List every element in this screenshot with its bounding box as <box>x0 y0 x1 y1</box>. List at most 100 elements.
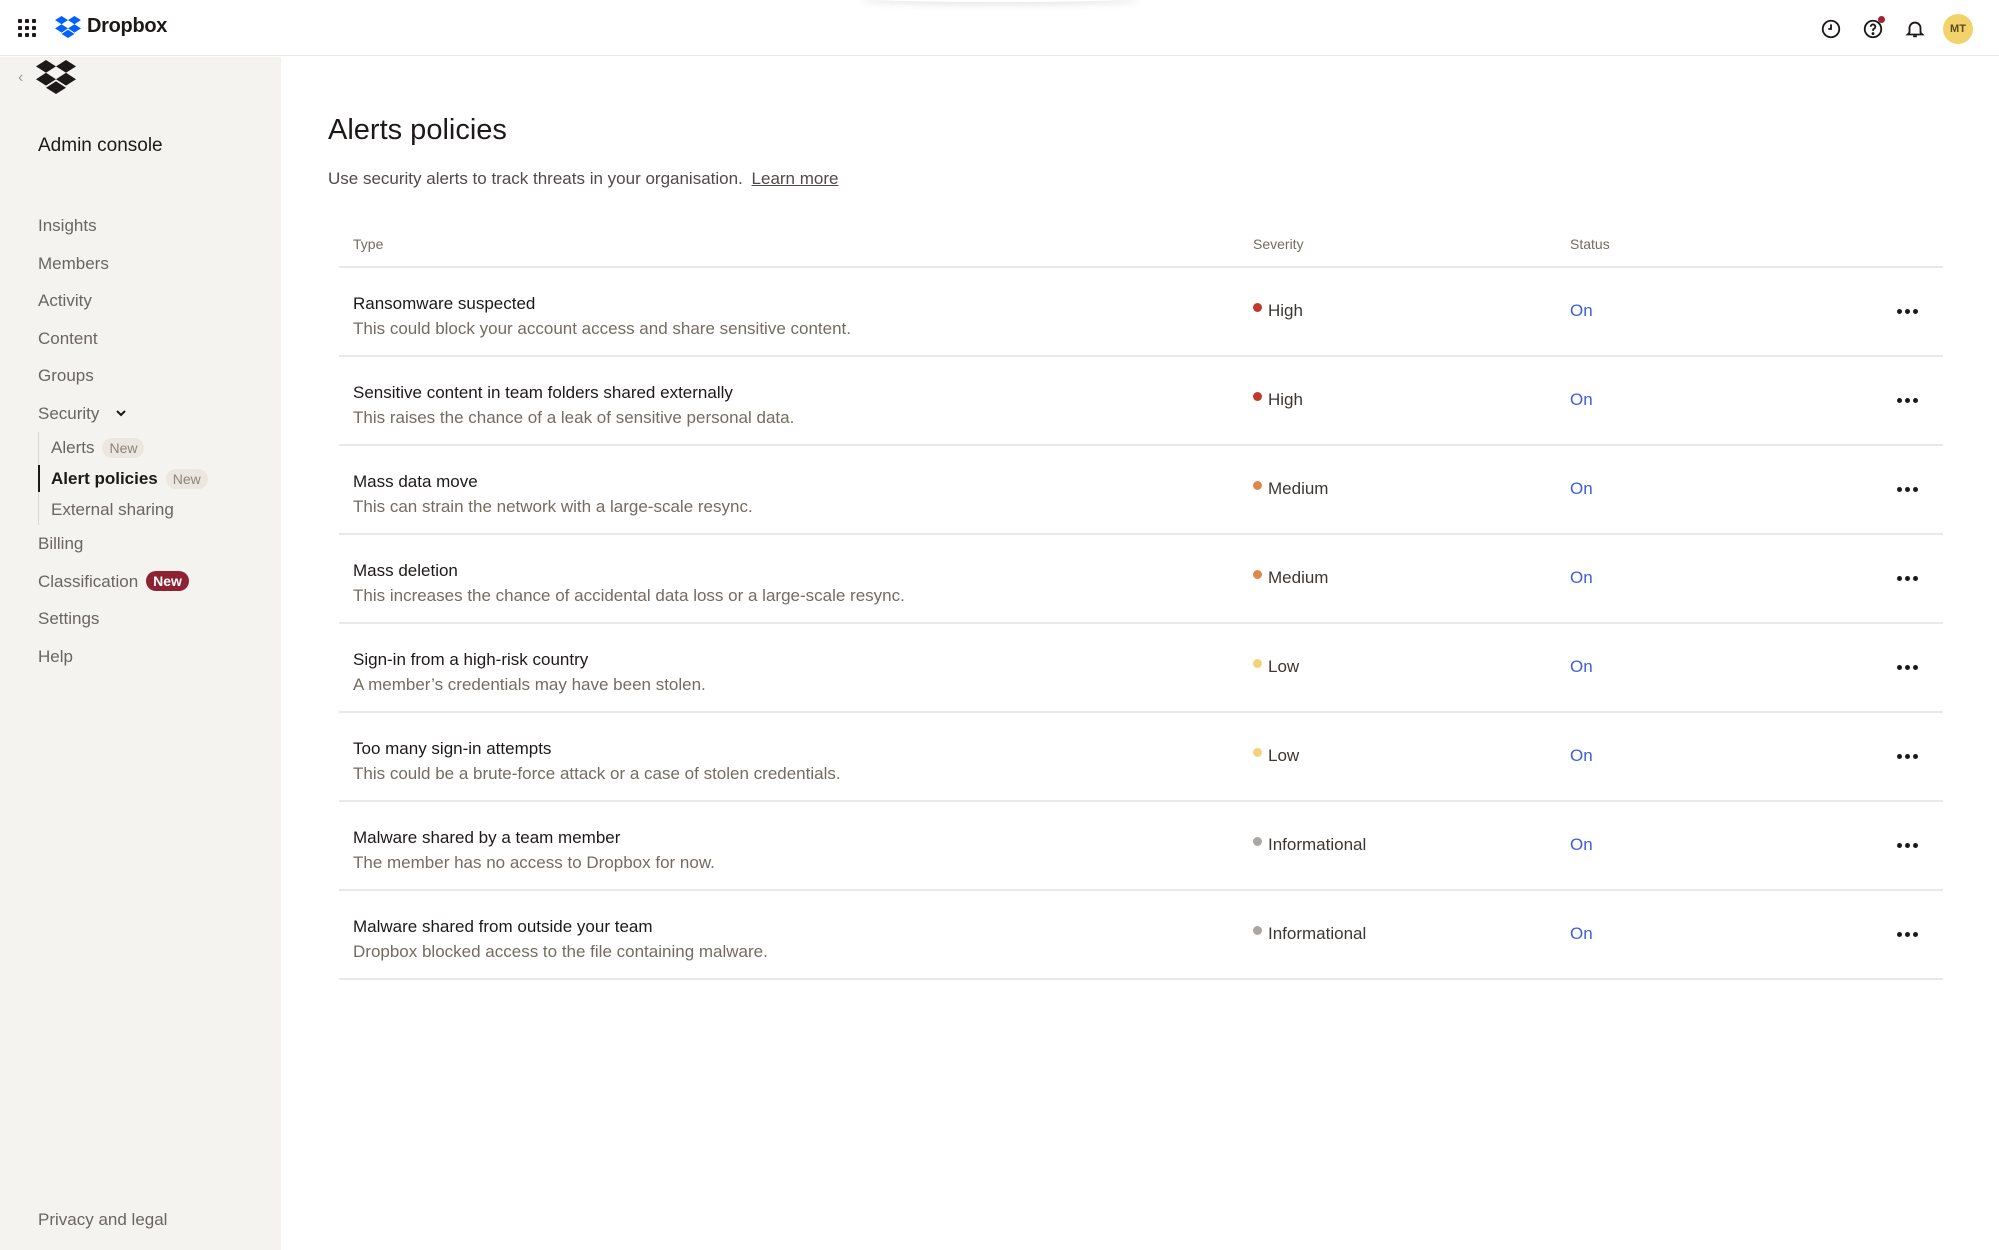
policy-title: Malware shared from outside your team <box>353 917 653 936</box>
policy-description: This can strain the network with a large… <box>353 497 753 516</box>
sidebar-item-members[interactable]: Members <box>38 245 208 283</box>
dropbox-mark-icon[interactable] <box>36 59 76 100</box>
table-row[interactable]: Malware shared by a team member The memb… <box>339 802 1943 891</box>
severity-dot-icon <box>1253 570 1262 579</box>
sidebar-item-groups[interactable]: Groups <box>38 357 208 395</box>
description-text: Use security alerts to track threats in … <box>328 169 743 188</box>
brand-logo[interactable]: Dropbox <box>55 15 167 38</box>
more-options-icon[interactable] <box>1892 657 1922 677</box>
severity-cell: Informational <box>1253 924 1366 944</box>
policy-title: Sensitive content in team folders shared… <box>353 383 733 402</box>
table-row[interactable]: Ransomware suspected This could block yo… <box>339 268 1943 357</box>
sidebar-item-activity[interactable]: Activity <box>38 282 208 320</box>
new-badge: New <box>146 571 189 592</box>
bell-icon[interactable] <box>1901 15 1929 43</box>
sidebar: ‹ Admin console Insights Members Activit… <box>0 57 281 1250</box>
policy-title: Malware shared by a team member <box>353 828 621 847</box>
severity-label: High <box>1268 390 1303 409</box>
status-toggle[interactable]: On <box>1570 568 1593 588</box>
policy-title: Mass deletion <box>353 561 458 580</box>
more-options-icon[interactable] <box>1892 479 1922 499</box>
policy-title: Sign-in from a high-risk country <box>353 650 589 669</box>
policy-description: This increases the chance of accidental … <box>353 586 905 605</box>
sidebar-item-security[interactable]: Security <box>38 395 208 433</box>
type-cell: Sign-in from a high-risk country A membe… <box>353 648 706 698</box>
policy-description: This could be a brute-force attack or a … <box>353 764 841 783</box>
chevron-down-icon <box>116 410 127 417</box>
type-cell: Malware shared by a team member The memb… <box>353 826 715 876</box>
type-cell: Mass deletion This increases the chance … <box>353 559 905 609</box>
type-cell: Malware shared from outside your team Dr… <box>353 915 768 965</box>
status-toggle[interactable]: On <box>1570 657 1593 677</box>
sidebar-item-help[interactable]: Help <box>38 638 208 676</box>
policy-description: The member has no access to Dropbox for … <box>353 853 715 872</box>
sidebar-item-label: Insights <box>38 216 97 235</box>
severity-label: Low <box>1268 657 1300 676</box>
sidebar-item-insights[interactable]: Insights <box>38 207 208 245</box>
status-toggle[interactable]: On <box>1570 746 1593 766</box>
sidebar-item-settings[interactable]: Settings <box>38 600 208 638</box>
notification-dot <box>1878 16 1885 23</box>
sidebar-item-label: Members <box>38 253 109 273</box>
more-options-icon[interactable] <box>1892 835 1922 855</box>
more-options-icon[interactable] <box>1892 301 1922 321</box>
learn-more-link[interactable]: Learn more <box>752 169 839 188</box>
sidebar-nav: Insights Members Activity Content Groups… <box>38 207 208 675</box>
column-header-status: Status <box>1570 236 1610 252</box>
table-row[interactable]: Mass data move This can strain the netwo… <box>339 446 1943 535</box>
severity-dot-icon <box>1253 837 1262 846</box>
table-header: Type Severity Status <box>339 222 1943 268</box>
security-subnav: Alerts New Alert policies New External s… <box>38 432 208 525</box>
severity-cell: High <box>1253 301 1303 321</box>
sidebar-item-classification[interactable]: Classification New <box>38 563 208 601</box>
more-options-icon[interactable] <box>1892 568 1922 588</box>
severity-label: Informational <box>1268 835 1367 854</box>
page-title: Alerts policies <box>328 114 507 146</box>
console-title: Admin console <box>38 135 163 156</box>
type-cell: Ransomware suspected This could block yo… <box>353 292 851 342</box>
sidebar-item-label: Billing <box>38 534 84 553</box>
severity-dot-icon <box>1253 392 1262 401</box>
sidebar-item-label: Activity <box>38 291 92 310</box>
collapse-sidebar-icon[interactable]: ‹ <box>18 69 23 87</box>
sidebar-item-billing[interactable]: Billing <box>38 525 208 563</box>
avatar[interactable]: MT <box>1943 14 1973 44</box>
privacy-and-legal-link[interactable]: Privacy and legal <box>38 1210 167 1230</box>
more-options-icon[interactable] <box>1892 924 1922 944</box>
status-toggle[interactable]: On <box>1570 924 1593 944</box>
more-options-icon[interactable] <box>1892 746 1922 766</box>
column-header-type: Type <box>353 236 384 252</box>
severity-label: Medium <box>1268 479 1329 498</box>
apps-grid-icon[interactable] <box>18 19 36 37</box>
sidebar-item-alerts[interactable]: Alerts New <box>51 432 208 463</box>
clock-icon[interactable] <box>1817 15 1845 43</box>
new-badge: New <box>165 468 208 489</box>
sidebar-item-external-sharing[interactable]: External sharing <box>51 494 208 525</box>
column-header-severity: Severity <box>1253 236 1304 252</box>
sidebar-item-label: Settings <box>38 609 100 628</box>
table-row[interactable]: Sensitive content in team folders shared… <box>339 357 1943 446</box>
more-options-icon[interactable] <box>1892 390 1922 410</box>
sidebar-item-label: Help <box>38 646 73 666</box>
type-cell: Too many sign-in attempts This could be … <box>353 737 841 787</box>
severity-dot-icon <box>1253 481 1262 490</box>
sidebar-item-alert-policies[interactable]: Alert policies New <box>38 463 208 494</box>
sidebar-item-content[interactable]: Content <box>38 320 208 358</box>
status-toggle[interactable]: On <box>1570 479 1593 499</box>
top-bar: Dropbox MT <box>0 0 1999 56</box>
severity-cell: Low <box>1253 657 1299 677</box>
severity-dot-icon <box>1253 659 1262 668</box>
table-body: Ransomware suspected This could block yo… <box>339 268 1943 980</box>
sidebar-item-label: Groups <box>38 366 94 385</box>
help-icon[interactable] <box>1859 15 1887 43</box>
table-row[interactable]: Too many sign-in attempts This could be … <box>339 713 1943 802</box>
table-row[interactable]: Malware shared from outside your team Dr… <box>339 891 1943 980</box>
sidebar-item-label: Alerts <box>51 438 95 457</box>
status-toggle[interactable]: On <box>1570 390 1593 410</box>
table-row[interactable]: Sign-in from a high-risk country A membe… <box>339 624 1943 713</box>
status-toggle[interactable]: On <box>1570 301 1593 321</box>
severity-cell: Medium <box>1253 568 1328 588</box>
status-toggle[interactable]: On <box>1570 835 1593 855</box>
severity-dot-icon <box>1253 926 1262 935</box>
table-row[interactable]: Mass deletion This increases the chance … <box>339 535 1943 624</box>
